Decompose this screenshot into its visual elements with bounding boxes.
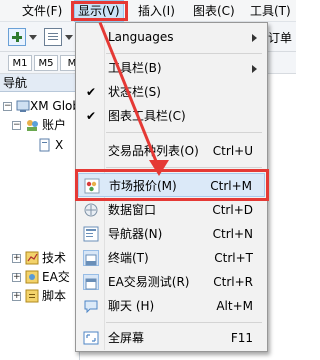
checkmark-icon: ✔ [86, 109, 97, 123]
menu-item-status-bar[interactable]: ✔ 状态栏(S) [78, 80, 265, 104]
menu-item-shortcut: F11 [230, 331, 253, 345]
menu-item-label: 终端(T) [108, 251, 149, 265]
new-chart-icon[interactable] [8, 28, 26, 46]
menu-item-full-screen[interactable]: 全屏幕 F11 [78, 326, 265, 350]
chevron-down-icon[interactable] [65, 35, 73, 40]
chevron-right-icon [252, 34, 257, 42]
expand-icon[interactable]: + [12, 254, 21, 263]
accounts-icon [25, 118, 39, 132]
chat-icon [83, 298, 99, 314]
indicators-icon [25, 251, 39, 265]
menu-item-label: 状态栏(S) [108, 85, 161, 99]
collapse-icon[interactable]: − [12, 121, 21, 130]
menu-separator [106, 132, 262, 133]
expert-advisors-icon [25, 270, 39, 284]
menu-item-terminal[interactable]: 终端(T) Ctrl+T [78, 246, 265, 270]
menu-item-toolbars[interactable]: 工具栏(B) [78, 56, 265, 80]
checkmark-icon: ✔ [86, 85, 97, 99]
tree-item-account[interactable]: X [55, 137, 63, 153]
scripts-icon [25, 289, 39, 303]
menu-item-data-window[interactable]: 数据窗口 Ctrl+D [78, 198, 265, 222]
menu-charts[interactable]: 图表(C) [193, 0, 235, 22]
navigator-title: 导航 [0, 74, 80, 92]
chevron-right-icon [252, 65, 257, 73]
menu-item-label: 图表工具栏(C) [108, 109, 186, 123]
collapse-icon[interactable]: − [3, 102, 12, 111]
terminal-icon [83, 250, 99, 266]
menu-item-label: EA交易测试(R) [108, 275, 190, 289]
expand-icon[interactable]: + [12, 292, 21, 301]
tree-item-experts[interactable]: EA交 [42, 269, 70, 285]
timeframe-m5[interactable]: M5 [34, 55, 58, 71]
menu-separator [106, 53, 262, 54]
menu-item-shortcut: Alt+M [216, 299, 253, 313]
menu-item-shortcut: Ctrl+T [214, 251, 253, 265]
chevron-down-icon[interactable] [29, 35, 37, 40]
menu-bar: 文件(F) 显示(V) 插入(I) 图表(C) 工具(T) [0, 0, 296, 22]
menu-separator [106, 322, 262, 323]
menu-item-shortcut: Ctrl+U [212, 144, 253, 158]
annotation-box-market-watch [75, 169, 269, 201]
menu-item-shortcut: Ctrl+N [212, 227, 253, 241]
data-window-icon [83, 202, 99, 218]
terminal-root-icon [16, 99, 30, 113]
fullscreen-icon [83, 330, 99, 346]
tree-item-server[interactable]: XM Glob [30, 98, 80, 114]
menu-item-label: 导航器(N) [108, 227, 163, 241]
tree-item-accounts[interactable]: 账户 [42, 117, 66, 133]
profiles-icon[interactable] [44, 28, 62, 46]
menu-tools[interactable]: 工具(T) [250, 0, 291, 22]
menu-item-shortcut: Ctrl+R [213, 275, 253, 289]
menu-item-strategy-tester[interactable]: EA交易测试(R) Ctrl+R [78, 270, 265, 294]
menu-item-symbols[interactable]: 交易品种列表(O) Ctrl+U [78, 139, 265, 163]
navigator-icon [83, 226, 99, 242]
tree-item-scripts[interactable]: 脚本 [42, 288, 66, 304]
navigator-panel: 导航 − XM Glob − 账户 X + 技术 + EA交 + 脚本 [0, 74, 80, 360]
menu-item-label: 全屏幕 [108, 331, 145, 345]
account-icon [38, 138, 52, 152]
tree-item-indicators[interactable]: 技术 [42, 250, 66, 266]
menu-file[interactable]: 文件(F) [22, 0, 62, 22]
annotation-box-view-menu [71, 1, 128, 21]
menu-item-navigator[interactable]: 导航器(N) Ctrl+N [78, 222, 265, 246]
menu-item-shortcut: Ctrl+D [212, 203, 253, 217]
expand-icon[interactable]: + [12, 273, 21, 282]
timeframe-m1[interactable]: M1 [8, 55, 32, 71]
menu-item-label: Languages [108, 30, 174, 44]
menu-item-chat[interactable]: 聊天 (H) Alt+M [78, 294, 265, 318]
menu-insert[interactable]: 插入(I) [138, 0, 175, 22]
strategy-tester-icon [83, 274, 99, 290]
menu-separator [106, 167, 262, 168]
menu-item-charts-bar[interactable]: ✔ 图表工具栏(C) [78, 104, 265, 128]
annotation-arrow-head [149, 160, 169, 176]
menu-item-label: 数据窗口 [108, 203, 157, 217]
menu-item-label: 聊天 (H) [108, 299, 155, 313]
